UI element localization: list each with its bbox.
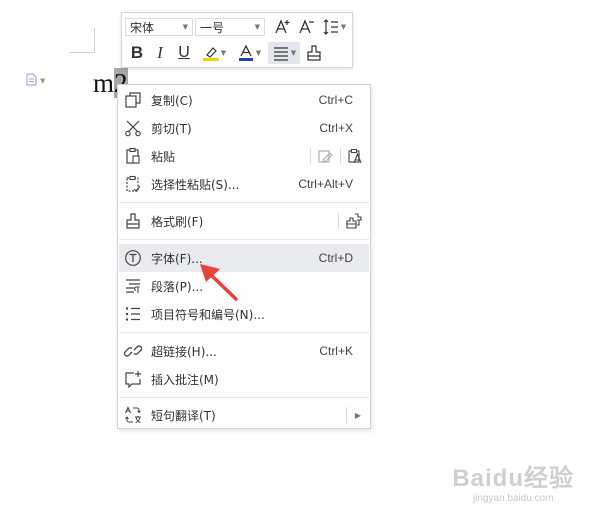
menu-item-bullets[interactable]: 项目符号和编号(N)... [119, 300, 369, 328]
mini-toolbar: 宋体 ▼ 一号 ▼ ▼ B I U ▼ ▼ ▼ [121, 12, 353, 68]
chevron-right-icon: ▶ [354, 410, 361, 420]
format-painter-icon [307, 45, 321, 61]
menu-item-cut[interactable]: 剪切(T) Ctrl+X [119, 114, 369, 142]
menu-separator [119, 397, 369, 398]
underline-icon: U [178, 44, 190, 61]
paste-text-only-icon[interactable] [347, 148, 363, 164]
menu-label-paste-special: 选择性粘贴(S)... [151, 177, 240, 192]
watermark-url: jingyan.baidu.com [472, 493, 554, 504]
italic-button[interactable]: I [149, 42, 171, 64]
menu-separator [119, 202, 369, 203]
comment-icon [125, 371, 141, 388]
watermark: Baidu经验 jingyan.baidu.com [452, 458, 574, 504]
paste-options-divider-2 [340, 148, 341, 164]
chevron-down-icon: ▼ [220, 49, 227, 57]
line-spacing-icon [323, 19, 338, 35]
chevron-down-icon: ▼ [254, 23, 260, 31]
page-corner-mark [70, 28, 95, 53]
menu-item-paste-special[interactable]: 选择性粘贴(S)... Ctrl+Alt+V [119, 170, 369, 198]
menu-label-bullets: 项目符号和编号(N)... [151, 307, 265, 322]
align-button[interactable]: ▼ [268, 42, 300, 64]
translate-divider [346, 407, 347, 423]
bold-icon: B [130, 43, 144, 62]
menu-label-cut: 剪切(T) [151, 121, 192, 136]
paragraph-icon [126, 279, 140, 293]
highlight-button[interactable]: ▼ [199, 42, 229, 64]
chevron-down-icon: ▼ [40, 77, 46, 85]
grow-font-button[interactable] [272, 16, 294, 38]
shortcut-cut: Ctrl+X [319, 121, 353, 135]
format-painter-button[interactable] [303, 42, 325, 64]
shortcut-copy: Ctrl+C [318, 93, 353, 107]
chevron-down-icon: ▼ [255, 49, 262, 57]
bold-button[interactable]: B [126, 42, 148, 64]
menu-item-paragraph[interactable]: 段落(P)... [119, 272, 369, 300]
menu-label-format-painter: 格式刷(F) [151, 214, 204, 229]
shrink-font-button[interactable] [296, 16, 318, 38]
italic-icon: I [157, 43, 163, 62]
font-size-select[interactable]: 一号 ▼ [195, 18, 265, 36]
highlight-icon [202, 47, 219, 61]
annotation-arrow-icon [200, 264, 238, 301]
menu-label-font: 字体(F)... [151, 251, 203, 266]
document-icon [26, 73, 37, 86]
menu-item-copy[interactable]: 复制(C) Ctrl+C [119, 86, 369, 114]
shortcut-paste-special: Ctrl+Alt+V [298, 177, 353, 191]
context-menu: 复制(C) Ctrl+C 剪切(T) Ctrl+X 粘贴 选择性粘贴(S)...… [117, 84, 371, 429]
scissors-icon [125, 120, 141, 137]
menu-label-translate: 短句翻译(T) [151, 408, 216, 423]
font-color-icon [238, 44, 253, 61]
align-icon [273, 47, 288, 61]
menu-item-hyperlink[interactable]: 超链接(H)... Ctrl+K [119, 337, 369, 365]
paste-options-divider [310, 148, 311, 164]
chevron-down-icon: ▼ [340, 23, 347, 31]
doc-text: m [93, 68, 115, 98]
shrink-font-icon [299, 19, 314, 34]
copy-icon [125, 92, 141, 108]
bullet-list-icon [125, 307, 140, 321]
font-name-value: 宋体 [130, 20, 155, 35]
menu-item-format-painter[interactable]: 格式刷(F) [119, 207, 369, 235]
menu-label-paste: 粘贴 [151, 149, 176, 164]
paragraph-handle[interactable]: ▼ [26, 72, 45, 86]
menu-item-translate[interactable]: 短句翻译(T) ▶ [119, 401, 369, 429]
paste-special-icon [126, 175, 141, 192]
translate-icon [124, 406, 141, 423]
menu-separator [119, 332, 369, 333]
brush-icon [126, 213, 140, 229]
font-color-button[interactable]: ▼ [234, 42, 264, 64]
font-t-icon [125, 250, 141, 266]
menu-label-copy: 复制(C) [151, 93, 193, 108]
multi-brush-icon[interactable] [345, 212, 363, 230]
clipboard-icon [126, 147, 140, 164]
paste-keep-format-icon[interactable] [317, 148, 333, 164]
font-name-select[interactable]: 宋体 ▼ [125, 18, 193, 36]
font-size-value: 一号 [200, 20, 225, 35]
grow-font-icon [275, 19, 290, 34]
format-painter-divider [338, 213, 339, 229]
menu-item-comment[interactable]: 插入批注(M) [119, 365, 369, 393]
menu-separator [119, 239, 369, 240]
chevron-down-icon: ▼ [290, 49, 297, 57]
chevron-down-icon: ▼ [182, 23, 188, 31]
watermark-logo: Baidu经验 [452, 465, 574, 492]
menu-item-font[interactable]: 字体(F)... Ctrl+D [119, 244, 369, 272]
menu-label-comment: 插入批注(M) [151, 372, 219, 387]
underline-button[interactable]: U [173, 42, 195, 64]
line-spacing-button[interactable]: ▼ [319, 16, 349, 38]
shortcut-font: Ctrl+D [318, 251, 353, 265]
link-icon [124, 345, 142, 357]
menu-item-paste[interactable]: 粘贴 [119, 142, 369, 170]
menu-label-hyperlink: 超链接(H)... [151, 344, 217, 359]
shortcut-hyperlink: Ctrl+K [319, 344, 353, 358]
